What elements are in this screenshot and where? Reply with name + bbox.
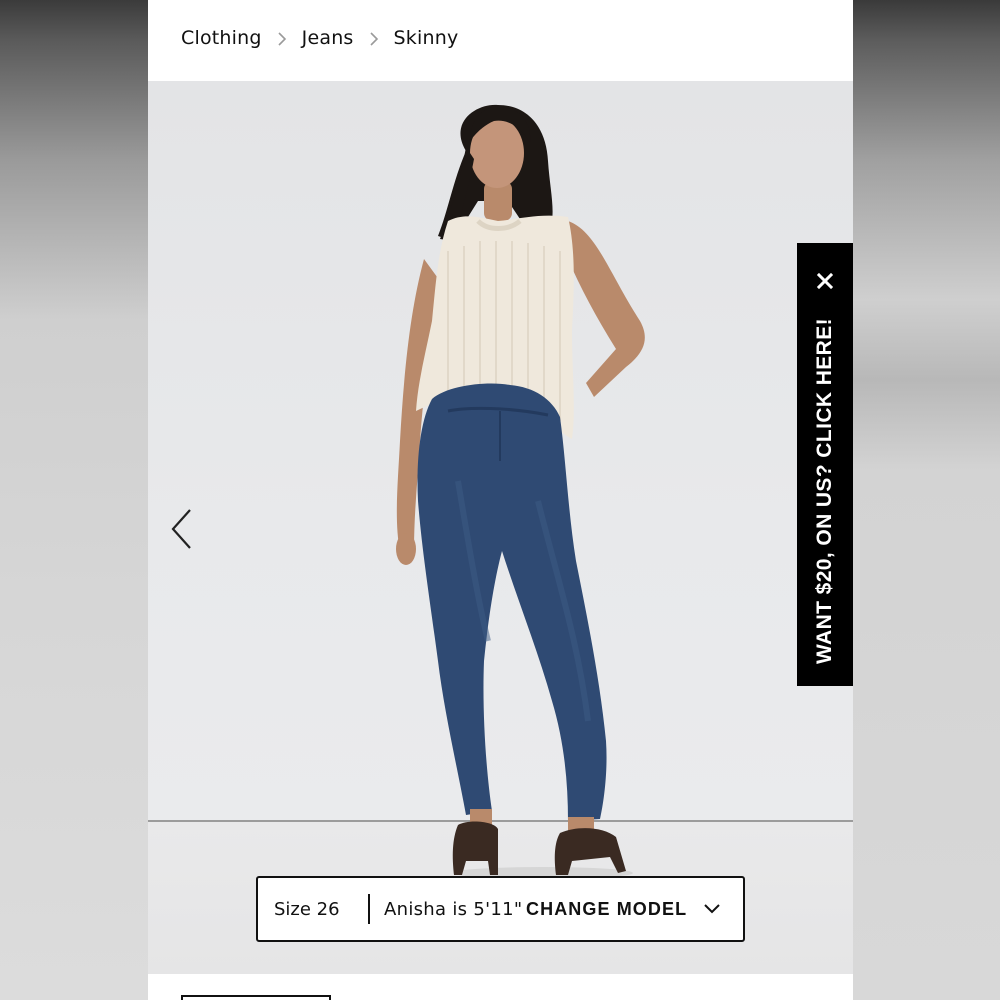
left-background-blur <box>0 0 148 1000</box>
previous-image-button[interactable] <box>168 506 196 552</box>
change-model-button[interactable]: CHANGE MODEL <box>526 899 721 920</box>
breadcrumb-jeans[interactable]: Jeans <box>302 27 354 49</box>
model-size-label: Size 26 <box>274 898 340 920</box>
divider <box>368 894 370 924</box>
model-height-label: Anisha is 5'11" <box>384 898 523 920</box>
close-icon <box>817 273 833 289</box>
breadcrumb: Clothing Jeans Skinny <box>181 24 458 52</box>
product-photo-model <box>396 104 645 879</box>
promo-banner[interactable]: WANT $20, ON US? CLICK HERE! <box>797 243 853 686</box>
right-background-blur <box>853 0 1000 1000</box>
product-image-gallery[interactable]: Size 26 Anisha is 5'11" CHANGE MODEL <box>148 81 853 974</box>
change-model-label: CHANGE MODEL <box>526 898 688 919</box>
promo-close-button[interactable] <box>811 267 839 295</box>
chevron-left-icon <box>171 509 191 549</box>
chevron-down-icon <box>704 904 720 914</box>
model-info-bar: Size 26 Anisha is 5'11" CHANGE MODEL <box>256 876 745 942</box>
breadcrumb-skinny[interactable]: Skinny <box>394 27 459 49</box>
promo-text[interactable]: WANT $20, ON US? CLICK HERE! <box>813 318 837 664</box>
product-page: Clothing Jeans Skinny Size 26 Anisha is … <box>148 0 853 1000</box>
breadcrumb-clothing[interactable]: Clothing <box>181 27 262 49</box>
bottom-tab-outline <box>181 995 331 1000</box>
chevron-right-icon <box>354 28 394 49</box>
chevron-right-icon <box>262 28 302 49</box>
